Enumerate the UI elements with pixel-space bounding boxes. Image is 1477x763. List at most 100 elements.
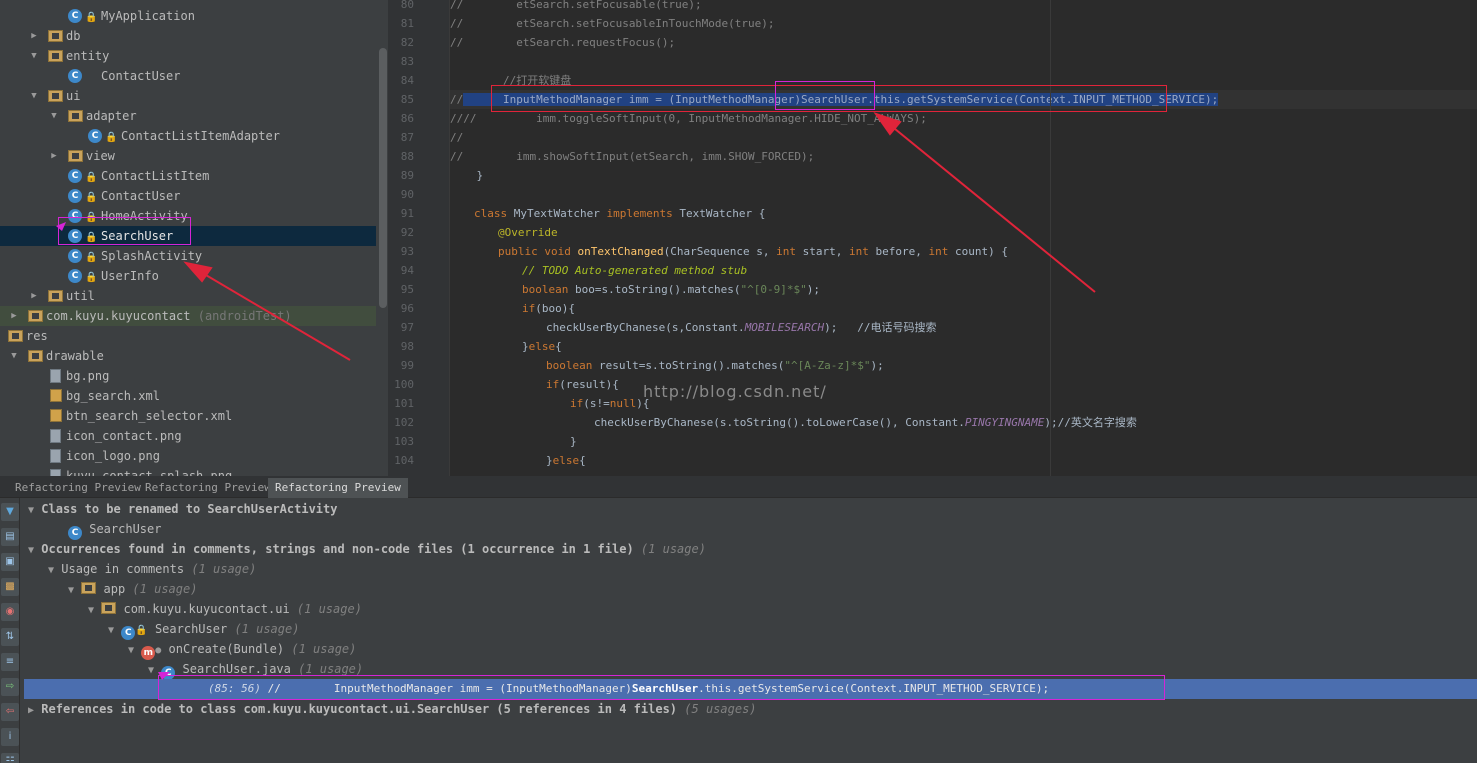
result-heading: Class to be renamed to SearchUserActivit… [41, 502, 338, 516]
code-keyword: else [528, 340, 556, 353]
tree-item-drawable[interactable]: ▼ drawable [0, 346, 376, 366]
collapse-arrow-icon[interactable]: ▼ [28, 46, 40, 66]
code-text: } [450, 169, 484, 182]
tree-item-adapter[interactable]: ▼ adapter [0, 106, 376, 126]
tree-item-label: drawable [46, 349, 104, 363]
expand-arrow-icon[interactable]: ▶ [8, 306, 20, 326]
expand-arrow-icon[interactable]: ▶ [28, 286, 40, 306]
tree-item-bg-png[interactable]: bg.png [0, 366, 376, 386]
package-icon [28, 310, 43, 322]
expand-arrow-icon[interactable]: ▶ [28, 26, 40, 46]
tree-item-contactuser-ui[interactable]: C 🔒 ContactUser [0, 186, 376, 206]
result-usage-in-comments[interactable]: ▼ Usage in comments (1 usage) [48, 559, 256, 579]
expand-arrow-icon[interactable]: ▶ [28, 705, 34, 716]
package-icon [48, 90, 63, 102]
collapse-all-icon[interactable]: ≡ [1, 653, 19, 671]
line-number: 88 [400, 150, 414, 163]
previous-occurrence-icon[interactable]: ⇦ [1, 703, 19, 721]
code-text: { [579, 454, 586, 467]
expand-arrow-icon[interactable]: ▶ [48, 146, 60, 166]
tree-item-contactlistitem[interactable]: C 🔒 ContactListItem [0, 166, 376, 186]
tab-refactoring-preview-2[interactable]: Refactoring Preview [138, 478, 278, 498]
info-icon[interactable]: i [1, 728, 19, 746]
image-file-icon [50, 449, 61, 463]
code-keyword: if [522, 302, 536, 315]
collapse-arrow-icon[interactable]: ▼ [28, 86, 40, 106]
code-text: count) { [948, 245, 1008, 258]
code-text: TextWatcher { [672, 207, 766, 220]
tree-item-entity[interactable]: ▼ entity [0, 46, 376, 66]
collapse-arrow-icon[interactable]: ▼ [48, 106, 60, 126]
preview-icon[interactable]: ☷ [1, 753, 19, 763]
expand-all-icon[interactable]: ⇅ [1, 628, 19, 646]
code-text: MyTextWatcher [507, 207, 607, 220]
code-keyword: implements [606, 207, 673, 220]
collapse-arrow-icon[interactable]: ▼ [28, 545, 34, 556]
result-app[interactable]: ▼ app (1 usage) [68, 579, 197, 599]
code-constant: MOBILESEARCH [744, 321, 825, 334]
tree-item-splash-png[interactable]: kuyu_contact_splash.png [0, 466, 376, 476]
result-label: app [103, 582, 126, 596]
result-searchuser[interactable]: ▼ C 🔒 SearchUser (1 usage) [108, 619, 299, 640]
group-by-module-icon[interactable]: ▤ [1, 528, 19, 546]
group-by-file-icon[interactable]: ▩ [1, 578, 19, 596]
tree-item-view[interactable]: ▶ view [0, 146, 376, 166]
next-occurrence-icon[interactable]: ⇨ [1, 678, 19, 696]
code-editor[interactable]: // etSearch.setFocusable(true); // etSea… [450, 0, 1477, 476]
tree-item-androidtest[interactable]: ▶ com.kuyu.kuyucontact (androidTest) [0, 306, 376, 326]
result-searchuser-class[interactable]: C SearchUser [68, 519, 161, 540]
line-number: 90 [400, 188, 414, 201]
result-references[interactable]: ▶ References in code to class com.kuyu.k… [28, 699, 757, 719]
result-package-ui[interactable]: ▼ com.kuyu.kuyucontact.ui (1 usage) [88, 599, 362, 619]
tree-item-db[interactable]: ▶ db [0, 26, 376, 46]
usage-count: (1 usage) [291, 642, 357, 656]
collapse-arrow-icon[interactable]: ▼ [48, 565, 54, 576]
collapse-arrow-icon[interactable]: ▼ [8, 346, 20, 366]
tree-item-icon-logo-png[interactable]: icon_logo.png [0, 446, 376, 466]
tree-item-bg-search-xml[interactable]: bg_search.xml [0, 386, 376, 406]
tab-refactoring-preview-3[interactable]: Refactoring Preview [268, 478, 408, 498]
tree-item-userinfo[interactable]: C 🔒 UserInfo [0, 266, 376, 286]
tree-item-icon-contact-png[interactable]: icon_contact.png [0, 426, 376, 446]
result-label: com.kuyu.kuyucontact.ui [123, 602, 290, 616]
tree-item-splashactivity[interactable]: C 🔒 SplashActivity [0, 246, 376, 266]
line-number: 87 [400, 131, 414, 144]
result-oncreate[interactable]: ▼ m ● onCreate(Bundle) (1 usage) [128, 639, 357, 660]
tree-item-util[interactable]: ▶ util [0, 286, 376, 306]
collapse-arrow-icon[interactable]: ▼ [88, 605, 94, 616]
tree-item-contactlistitemadapter[interactable]: C 🔒 ContactListItemAdapter [0, 126, 376, 146]
result-class-rename[interactable]: ▼ Class to be renamed to SearchUserActiv… [28, 499, 337, 519]
group-by-method-icon[interactable]: ◉ [1, 603, 19, 621]
tree-scrollbar[interactable] [379, 48, 387, 308]
tree-item-myapplication[interactable]: C 🔒 MyApplication [0, 6, 376, 26]
tree-item-label: entity [66, 49, 110, 63]
tree-item-label: UserInfo [101, 269, 159, 283]
method-icon: m [141, 646, 156, 660]
collapse-arrow-icon[interactable]: ▼ [108, 625, 114, 636]
result-heading: Occurrences found in comments, strings a… [41, 542, 634, 556]
tree-item-label: bg_search.xml [66, 389, 160, 403]
tree-item-label: db [66, 29, 81, 43]
result-occurrences[interactable]: ▼ Occurrences found in comments, strings… [28, 539, 706, 559]
tree-item-label: res [26, 329, 48, 343]
collapse-arrow-icon[interactable]: ▼ [148, 665, 154, 676]
code-line-103: } [450, 432, 1477, 451]
tree-item-ui[interactable]: ▼ ui [0, 86, 376, 106]
tab-refactoring-preview-1[interactable]: Refactoring Preview [8, 478, 148, 498]
collapse-arrow-icon[interactable]: ▼ [28, 505, 34, 516]
result-label: onCreate(Bundle) [168, 642, 285, 656]
code-keyword: int [928, 245, 949, 258]
tree-item-contactuser[interactable]: C ContactUser [0, 66, 376, 86]
line-number: 94 [400, 264, 414, 277]
tree-item-btn-search-selector-xml[interactable]: btn_search_selector.xml [0, 406, 376, 426]
group-by-package-icon[interactable]: ▣ [1, 553, 19, 571]
collapse-arrow-icon[interactable]: ▼ [68, 585, 74, 596]
filter-icon[interactable]: ▼ [1, 503, 19, 521]
line-number: 101 [394, 397, 414, 410]
line-number: 95 [400, 283, 414, 296]
collapse-arrow-icon[interactable]: ▼ [128, 645, 134, 656]
annotation-box-searchuser-code [775, 81, 875, 110]
tree-item-res[interactable]: res [0, 326, 376, 346]
code-line-99: boolean result=s.toString().matches("^[A… [450, 356, 1477, 375]
code-text: { [555, 340, 562, 353]
